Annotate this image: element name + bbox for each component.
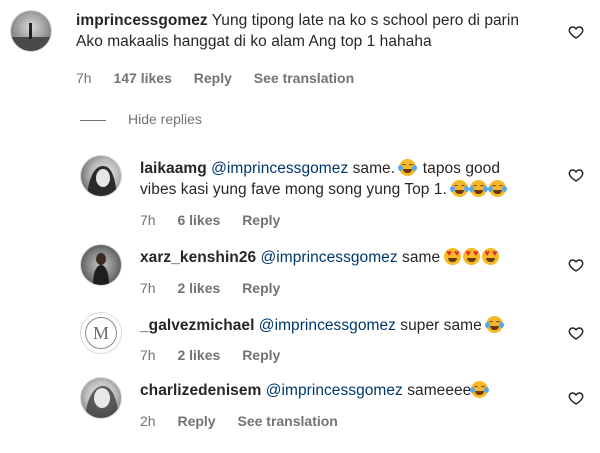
comment-body: laikaamg @imprincessgomez same. tapos go…: [140, 158, 540, 200]
laughing-emoji-icon: [398, 159, 418, 176]
comment-mention[interactable]: @imprincessgomez: [211, 160, 348, 177]
comment-time[interactable]: 7h: [140, 212, 156, 228]
heart-eyes-emoji-icon: [482, 248, 500, 265]
avatar[interactable]: [10, 10, 52, 52]
avatar-image: [87, 166, 117, 196]
reply-laikaamg: laikaamg @imprincessgomez same. tapos go…: [0, 150, 600, 232]
comment-body: imprincessgomez Yung tipong late na ko s…: [76, 10, 536, 52]
comment-mention[interactable]: @imprincessgomez: [266, 382, 403, 399]
comment-time[interactable]: 7h: [76, 70, 92, 86]
avatar-image: [11, 23, 51, 51]
heart-outline-icon[interactable]: [568, 167, 584, 183]
comment-likes[interactable]: 147 likes: [113, 70, 171, 86]
comment-body: xarz_kenshin26 @imprincessgomez same: [140, 247, 540, 268]
reply-_galvezmichael: M _galvezmichael @imprincessgomez super …: [0, 308, 600, 370]
hide-replies-line: [80, 120, 106, 121]
comment-text: same: [402, 249, 441, 266]
comment-mention[interactable]: @imprincessgomez: [261, 249, 398, 266]
heart-outline-icon[interactable]: [568, 24, 584, 40]
comment-username[interactable]: xarz_kenshin26: [140, 249, 256, 266]
comment-username[interactable]: _galvezmichael: [140, 317, 254, 334]
reply-button[interactable]: Reply: [242, 347, 280, 363]
laughing-emoji-icon: [485, 316, 505, 333]
comment-meta: 7h 147 likes Reply See translation: [76, 70, 372, 86]
comment-text: same.: [352, 160, 396, 177]
comment-likes[interactable]: 2 likes: [177, 347, 220, 363]
heart-outline-icon[interactable]: [568, 257, 584, 273]
laughing-emoji-icon: [470, 381, 490, 398]
comment-text: sameeee: [407, 382, 472, 399]
avatar-monogram: M: [85, 317, 117, 349]
reply-button[interactable]: Reply: [194, 70, 232, 86]
avatar-image: [93, 253, 109, 285]
reply-button[interactable]: Reply: [242, 280, 280, 296]
reply-button[interactable]: Reply: [242, 212, 280, 228]
see-translation-button[interactable]: See translation: [254, 70, 354, 86]
comment-username[interactable]: imprincessgomez: [76, 12, 208, 29]
comment-imprincessgomez: imprincessgomez Yung tipong late na ko s…: [0, 0, 600, 100]
comment-body: charlizedenisem @imprincessgomez sameeee: [140, 380, 540, 401]
comment-meta: 7h 2 likes Reply: [140, 280, 298, 296]
heart-outline-icon[interactable]: [568, 390, 584, 406]
comment-text: super same: [400, 317, 482, 334]
reply-button[interactable]: Reply: [177, 413, 215, 429]
comment-likes[interactable]: 6 likes: [177, 212, 220, 228]
hide-replies-button[interactable]: Hide replies: [128, 111, 202, 127]
comment-time[interactable]: 7h: [140, 347, 156, 363]
avatar[interactable]: [80, 377, 122, 419]
laughing-emoji-icon: [488, 180, 508, 197]
comment-body: _galvezmichael @imprincessgomez super sa…: [140, 315, 540, 336]
heart-eyes-emoji-icon: [444, 248, 462, 265]
reply-xarz_kenshin26: xarz_kenshin26 @imprincessgomez same 7h …: [0, 240, 600, 302]
comment-time[interactable]: 7h: [140, 280, 156, 296]
heart-eyes-emoji-icon: [463, 248, 481, 265]
heart-outline-icon[interactable]: [568, 325, 584, 341]
reply-charlizedenisem: charlizedenisem @imprincessgomez sameeee…: [0, 375, 600, 445]
comment-likes[interactable]: 2 likes: [177, 280, 220, 296]
comment-username[interactable]: laikaamg: [140, 160, 207, 177]
comment-meta: 7h 2 likes Reply: [140, 347, 298, 363]
laughing-emoji-icon: [469, 180, 489, 197]
comment-meta: 2h Reply See translation: [140, 413, 356, 429]
avatar[interactable]: [80, 244, 122, 286]
laughing-emoji-icon: [450, 180, 470, 197]
comment-mention[interactable]: @imprincessgomez: [259, 317, 396, 334]
avatar[interactable]: M: [80, 312, 122, 354]
comment-time[interactable]: 2h: [140, 413, 156, 429]
avatar[interactable]: [80, 155, 122, 197]
see-translation-button[interactable]: See translation: [237, 413, 337, 429]
comment-meta: 7h 6 likes Reply: [140, 212, 298, 228]
comment-username[interactable]: charlizedenisem: [140, 382, 261, 399]
avatar-image: [85, 386, 119, 418]
